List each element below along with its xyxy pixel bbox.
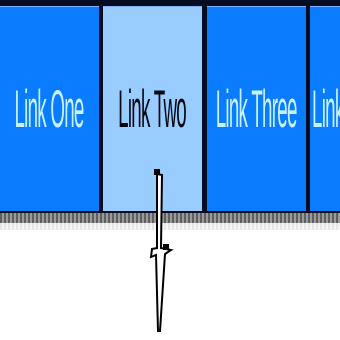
nav-link-four-label: Link Four	[312, 77, 340, 139]
navigation-bar: Link One Link Two Link Three Link Four	[0, 0, 340, 213]
navigation-shadow-fade	[0, 223, 340, 230]
nav-link-two-label: Link Two	[118, 77, 188, 139]
nav-link-four[interactable]: Link Four	[310, 6, 340, 211]
nav-link-one-label: Link One	[14, 77, 85, 139]
nav-link-three-label: Link Three	[216, 77, 298, 139]
navigation-shadow	[0, 213, 340, 223]
screenshot-stage: Link One Link Two Link Three Link Four	[0, 0, 340, 340]
nav-link-one[interactable]: Link One	[0, 6, 99, 211]
nav-link-two[interactable]: Link Two	[103, 6, 202, 211]
nav-link-three[interactable]: Link Three	[207, 6, 306, 211]
